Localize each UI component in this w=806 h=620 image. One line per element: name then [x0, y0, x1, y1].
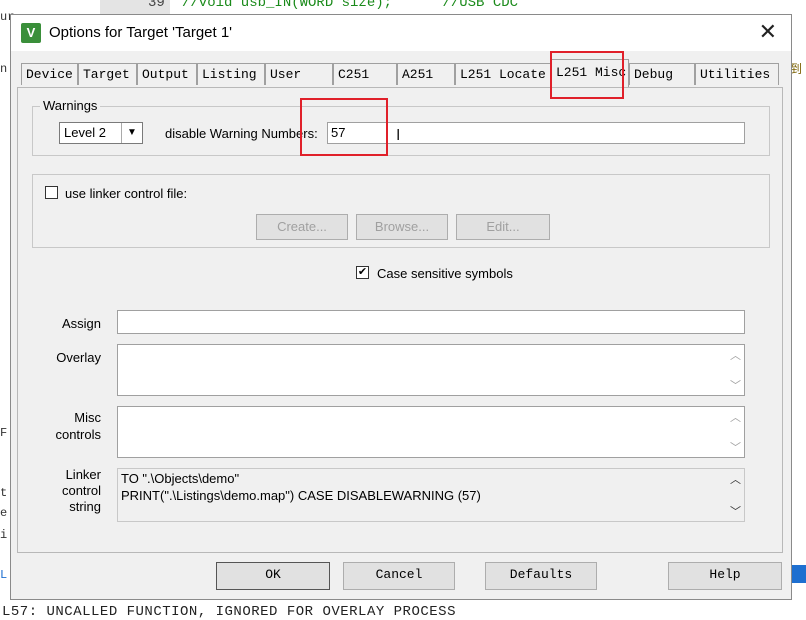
text-cursor-icon: I	[396, 127, 401, 144]
linker-string-label-2: control	[61, 483, 101, 498]
tab-a251[interactable]: A251	[397, 63, 455, 85]
scroll-up-icon[interactable]: ︿	[727, 471, 744, 487]
overlay-textarea[interactable]: ︿ ﹀	[117, 344, 745, 396]
editor-left-fragment: n	[0, 62, 8, 76]
linker-string-label-3: string	[69, 499, 101, 514]
case-sensitive-label: Case sensitive symbols	[377, 266, 513, 281]
editor-selection-marker	[790, 565, 806, 583]
disable-warnings-label: disable Warning Numbers:	[165, 126, 318, 141]
editor-code-line: //void usb_IN(WORD size); //USB CDC	[182, 0, 519, 11]
scroll-down-icon[interactable]: ﹀	[727, 439, 744, 455]
linker-string-line-1: TO ".\Objects\demo"	[121, 471, 240, 486]
linker-string-scrollbar[interactable]: ︿ ﹀	[727, 469, 744, 521]
tab-strip: Device Target Output Listing User C251 A…	[17, 59, 787, 87]
warning-level-value: Level 2	[64, 125, 106, 140]
editor-left-fragment: t	[0, 486, 8, 500]
assign-input[interactable]	[117, 310, 745, 334]
help-button[interactable]: Help	[668, 562, 782, 590]
overlay-scrollbar[interactable]: ︿ ﹀	[727, 345, 744, 395]
misc-controls-label-1: Misc	[74, 410, 101, 425]
scroll-up-icon[interactable]: ︿	[727, 409, 744, 425]
use-linker-control-checkbox[interactable]	[45, 186, 58, 199]
dialog-title: Options for Target 'Target 1'	[49, 24, 233, 41]
ok-button[interactable]: OK	[216, 562, 330, 590]
editor-left-fragment: e	[0, 506, 8, 520]
case-sensitive-checkbox[interactable]: ✔	[356, 266, 369, 279]
linker-control-string[interactable]: TO ".\Objects\demo" PRINT(".\Listings\de…	[117, 468, 745, 522]
close-icon[interactable]: ✕	[759, 21, 777, 43]
edit-button[interactable]: Edit...	[456, 214, 550, 240]
misc-controls-label-2: controls	[55, 427, 101, 442]
tab-device[interactable]: Device	[21, 63, 78, 85]
linker-string-label-1: Linker	[65, 467, 101, 482]
tab-c251[interactable]: C251	[333, 63, 397, 85]
tab-output[interactable]: Output	[137, 63, 197, 85]
misc-controls-scrollbar[interactable]: ︿ ﹀	[727, 407, 744, 457]
editor-background: 39 //void usb_IN(WORD size); //USB CDC	[0, 0, 806, 14]
use-linker-control-label: use linker control file:	[65, 186, 188, 201]
keil-uvision-icon: V	[21, 23, 41, 43]
annotation-highlight-tab	[550, 51, 624, 99]
checkmark-icon: ✔	[357, 266, 368, 278]
editor-left-fragment: i	[0, 528, 8, 542]
linker-string-line-2: PRINT(".\Listings\demo.map") CASE DISABL…	[121, 488, 481, 503]
scroll-down-icon[interactable]: ﹀	[727, 503, 744, 519]
create-button[interactable]: Create...	[256, 214, 348, 240]
warning-level-select[interactable]: Level 2 ▼	[59, 122, 143, 144]
disable-warnings-input[interactable]: 57	[327, 122, 745, 144]
tab-utilities[interactable]: Utilities	[695, 63, 779, 85]
editor-left-fragment: L	[0, 568, 8, 582]
editor-left-fragment: F	[0, 426, 8, 440]
l251-misc-panel: Warnings Level 2 ▼ disable Warning Numbe…	[17, 87, 783, 553]
misc-controls-textarea[interactable]: ︿ ﹀	[117, 406, 745, 458]
tab-listing[interactable]: Listing	[197, 63, 265, 85]
build-output-message: L57: UNCALLED FUNCTION, IGNORED FOR OVER…	[2, 604, 456, 620]
tab-debug[interactable]: Debug	[629, 63, 695, 85]
tab-l251-locate[interactable]: L251 Locate	[455, 63, 551, 85]
editor-line-number: 39	[148, 0, 165, 11]
browse-button[interactable]: Browse...	[356, 214, 448, 240]
defaults-button[interactable]: Defaults	[485, 562, 597, 590]
scroll-down-icon[interactable]: ﹀	[727, 377, 744, 393]
warnings-legend: Warnings	[40, 98, 101, 113]
options-dialog: V Options for Target 'Target 1' ✕ Device…	[10, 14, 792, 600]
cancel-button[interactable]: Cancel	[343, 562, 455, 590]
dialog-titlebar: V Options for Target 'Target 1' ✕	[11, 15, 791, 51]
overlay-label: Overlay	[56, 350, 101, 365]
chevron-down-icon[interactable]: ▼	[121, 123, 142, 143]
scroll-up-icon[interactable]: ︿	[727, 347, 744, 363]
annotation-highlight-warning	[300, 98, 388, 156]
assign-label: Assign	[61, 316, 101, 331]
tab-user[interactable]: User	[265, 63, 333, 85]
tab-target[interactable]: Target	[78, 63, 137, 85]
